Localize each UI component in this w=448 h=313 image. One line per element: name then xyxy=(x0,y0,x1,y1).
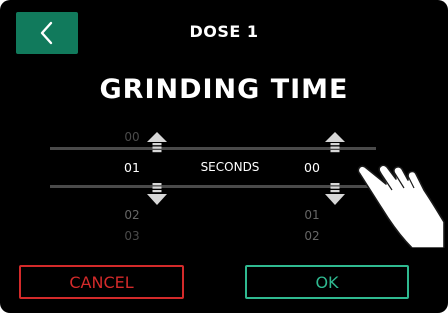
arrow-down-icon[interactable] xyxy=(324,180,346,206)
arrow-up-icon[interactable] xyxy=(146,131,168,157)
seconds-label: SECONDS xyxy=(200,160,260,174)
header-title: DOSE 1 xyxy=(189,22,259,41)
arrow-up-icon[interactable] xyxy=(324,131,346,157)
left-value-below-2: 03 xyxy=(124,229,140,243)
right-value-selected: 00 xyxy=(304,160,320,175)
pointing-hand-icon xyxy=(357,164,445,248)
cancel-button[interactable]: CANCEL xyxy=(19,265,184,299)
right-value-below-1: 01 xyxy=(304,208,320,222)
page-title: GRINDING TIME xyxy=(99,74,349,105)
left-value-selected: 01 xyxy=(124,160,140,175)
ok-button[interactable]: OK xyxy=(245,265,409,299)
arrow-down-icon[interactable] xyxy=(146,180,168,206)
left-value-below-1: 02 xyxy=(124,208,140,222)
device-screen: DOSE 1 GRINDING TIME 00 01 02 03 SECONDS… xyxy=(0,0,448,313)
right-value-below-2: 02 xyxy=(304,229,320,243)
